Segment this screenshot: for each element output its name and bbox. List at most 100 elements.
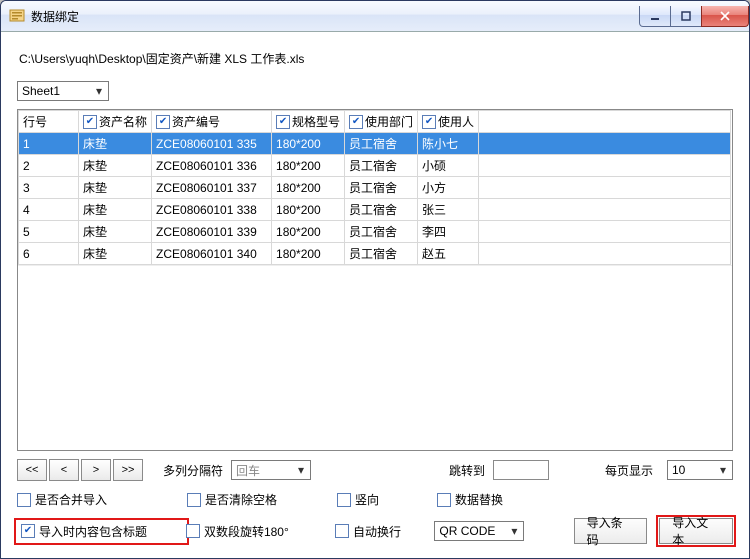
column-header-label: 规格型号 (292, 113, 340, 130)
chevron-down-icon: ▾ (716, 463, 730, 477)
table-cell: 180*200 (272, 199, 345, 221)
table-cell: 床垫 (79, 199, 152, 221)
merge-import-checkbox[interactable]: 是否合并导入 (17, 491, 187, 508)
table-frame: 行号 资产名称资产编号 规格型号 使用部门 使用人 1床垫ZCE08060101 335… (17, 109, 733, 451)
chevron-down-icon: ▾ (294, 463, 308, 477)
table-cell: 员工宿舍 (345, 199, 418, 221)
file-path: C:\Users\yuqh\Desktop\固定资产\新建 XLS 工作表.xl… (19, 50, 733, 67)
table-cell: 床垫 (79, 221, 152, 243)
app-icon (9, 8, 25, 24)
include-title-checkbox[interactable]: 导入时内容包含标题 (17, 521, 186, 542)
jump-input[interactable] (493, 460, 549, 480)
per-page-label: 每页显示 (605, 462, 653, 479)
column-header[interactable]: 使用人 (418, 111, 479, 133)
rotate180-checkbox[interactable]: 双数段旋转180° (186, 523, 335, 540)
column-header-label: 使用部门 (365, 113, 413, 130)
table-cell: 床垫 (79, 177, 152, 199)
column-header-blank (479, 111, 731, 133)
table-cell: 员工宿舍 (345, 221, 418, 243)
multi-sep-value: 回车 (236, 462, 260, 479)
checkbox-icon (83, 115, 97, 129)
clear-spaces-checkbox[interactable]: 是否清除空格 (187, 491, 337, 508)
window: 数据绑定 C:\Users\yuqh\Desktop\固定资产\新建 XLS 工… (0, 0, 750, 559)
table-cell: 李四 (418, 221, 479, 243)
column-header[interactable]: 使用部门 (345, 111, 418, 133)
checkbox-icon (335, 524, 349, 538)
table-cell: 小硕 (418, 155, 479, 177)
column-header-label: 资产名称 (99, 113, 147, 130)
table-row[interactable]: 5床垫ZCE08060101 339180*200员工宿舍李四 (19, 221, 731, 243)
window-title: 数据绑定 (31, 8, 640, 25)
pager-first-button[interactable]: << (17, 459, 47, 481)
client-area: C:\Users\yuqh\Desktop\固定资产\新建 XLS 工作表.xl… (1, 32, 749, 558)
column-header[interactable]: 规格型号 (272, 111, 345, 133)
import-barcode-button[interactable]: 导入条码 (574, 518, 648, 544)
chevron-down-icon: ▾ (507, 524, 521, 538)
close-button[interactable] (701, 6, 749, 27)
pager-prev-button[interactable]: < (49, 459, 79, 481)
checkbox-icon (21, 524, 35, 538)
sheet-select-value: Sheet1 (22, 84, 60, 98)
column-header[interactable]: 资产编号 (152, 111, 272, 133)
table-cell: 180*200 (272, 243, 345, 265)
checkbox-icon (337, 493, 351, 507)
checkbox-icon (349, 115, 363, 129)
window-buttons (640, 6, 749, 26)
data-table: 行号 资产名称资产编号 规格型号 使用部门 使用人 1床垫ZCE08060101 335… (18, 110, 731, 265)
per-page-select[interactable]: 10 ▾ (667, 460, 733, 480)
table-cell-blank (479, 155, 731, 177)
sheet-select[interactable]: Sheet1 ▾ (17, 81, 109, 101)
auto-wrap-checkbox[interactable]: 自动换行 (335, 523, 434, 540)
checkbox-icon (187, 493, 201, 507)
pager-next-button[interactable]: > (81, 459, 111, 481)
qr-code-select[interactable]: QR CODE ▾ (434, 521, 524, 541)
table-cell-blank (479, 243, 731, 265)
table-cell: 180*200 (272, 221, 345, 243)
table-blank-area (18, 265, 732, 436)
table-cell: ZCE08060101 337 (152, 177, 272, 199)
multi-sep-select[interactable]: 回车 ▾ (231, 460, 311, 480)
table-cell: 180*200 (272, 133, 345, 155)
replace-num-checkbox[interactable]: 数据替换 (437, 491, 577, 508)
checkbox-icon (186, 524, 200, 538)
merge-import-label: 是否合并导入 (35, 491, 107, 508)
table-cell: 张三 (418, 199, 479, 221)
table-cell: 床垫 (79, 243, 152, 265)
pager-buttons: << < > >> (17, 459, 145, 481)
table-header-row: 行号 资产名称资产编号 规格型号 使用部门 使用人 (19, 111, 731, 133)
table-cell: 陈小七 (418, 133, 479, 155)
include-title-label: 导入时内容包含标题 (39, 523, 147, 540)
pager-last-button[interactable]: >> (113, 459, 143, 481)
table-cell: 员工宿舍 (345, 133, 418, 155)
table-cell: 床垫 (79, 155, 152, 177)
vertical-checkbox[interactable]: 竖向 (337, 491, 437, 508)
table-cell: 赵五 (418, 243, 479, 265)
table-row[interactable]: 2床垫ZCE08060101 336180*200员工宿舍小硕 (19, 155, 731, 177)
table-cell: 员工宿舍 (345, 155, 418, 177)
jump-label: 跳转到 (449, 462, 485, 479)
vertical-label: 竖向 (355, 491, 379, 508)
table-cell: ZCE08060101 338 (152, 199, 272, 221)
checkbox-icon (422, 115, 436, 129)
table-row[interactable]: 1床垫ZCE08060101 335180*200员工宿舍陈小七 (19, 133, 731, 155)
checkbox-icon (437, 493, 451, 507)
table-cell: 5 (19, 221, 79, 243)
table-cell: ZCE08060101 339 (152, 221, 272, 243)
table-cell-blank (479, 199, 731, 221)
column-header-label: 使用人 (438, 113, 474, 130)
table-row[interactable]: 6床垫ZCE08060101 340180*200员工宿舍赵五 (19, 243, 731, 265)
table-row[interactable]: 3床垫ZCE08060101 337180*200员工宿舍小方 (19, 177, 731, 199)
table-body: 1床垫ZCE08060101 335180*200员工宿舍陈小七2床垫ZCE08… (19, 133, 731, 265)
column-header[interactable]: 行号 (19, 111, 79, 133)
table-cell: 2 (19, 155, 79, 177)
minimize-button[interactable] (639, 6, 671, 27)
checkbox-icon (17, 493, 31, 507)
import-text-button[interactable]: 导入文本 (659, 518, 733, 544)
maximize-button[interactable] (670, 6, 702, 27)
table-cell: ZCE08060101 335 (152, 133, 272, 155)
replace-num-label: 数据替换 (455, 491, 503, 508)
table-cell-blank (479, 133, 731, 155)
column-header[interactable]: 资产名称 (79, 111, 152, 133)
rotate180-label: 双数段旋转180° (204, 523, 289, 540)
table-row[interactable]: 4床垫ZCE08060101 338180*200员工宿舍张三 (19, 199, 731, 221)
